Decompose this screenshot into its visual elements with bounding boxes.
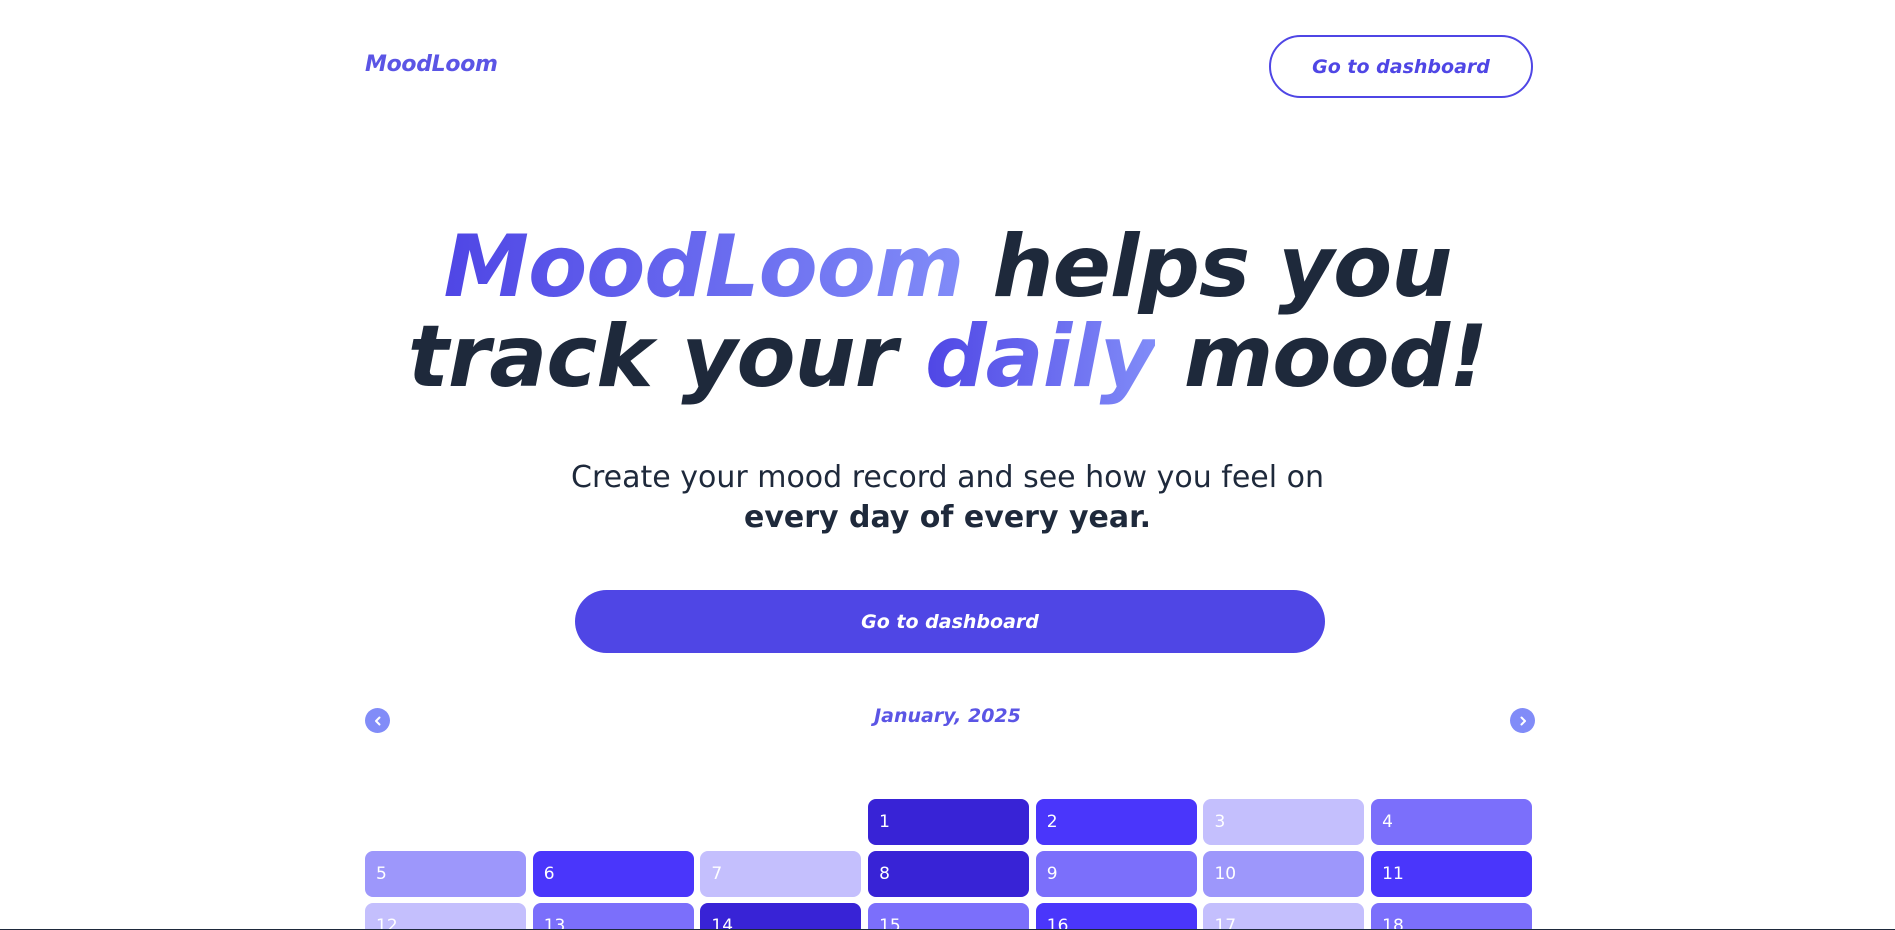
calendar-next-button[interactable] bbox=[1510, 708, 1535, 733]
calendar-empty-cell bbox=[700, 799, 861, 845]
calendar-day[interactable]: 18 bbox=[1371, 903, 1533, 930]
calendar-empty-cell bbox=[365, 799, 526, 845]
calendar-day[interactable]: 11 bbox=[1371, 851, 1533, 897]
calendar-day[interactable]: 3 bbox=[1203, 799, 1365, 845]
hero-title-accent: daily bbox=[925, 307, 1156, 407]
calendar-day[interactable]: 7 bbox=[700, 851, 862, 897]
calendar-day-label: 17 bbox=[1214, 916, 1237, 930]
calendar-day[interactable]: 14 bbox=[700, 903, 862, 930]
calendar-day-label: 12 bbox=[376, 916, 398, 930]
calendar-day-label: 15 bbox=[879, 916, 901, 930]
calendar-day-label: 4 bbox=[1382, 812, 1393, 832]
calendar-day[interactable]: 1 bbox=[868, 799, 1030, 845]
hero-subtitle: Create your mood record and see how you … bbox=[0, 458, 1895, 538]
hero-subtitle-line2: every day of every year. bbox=[743, 500, 1152, 535]
calendar-day[interactable]: 8 bbox=[868, 851, 1030, 897]
calendar-day-label: 18 bbox=[1382, 916, 1404, 930]
calendar-day[interactable]: 6 bbox=[532, 851, 694, 897]
calendar-empty-cell bbox=[533, 799, 694, 845]
calendar-day[interactable]: 13 bbox=[532, 903, 694, 930]
calendar-day[interactable]: 5 bbox=[365, 851, 526, 897]
calendar-day[interactable]: 12 bbox=[365, 903, 526, 930]
chevron-right-icon bbox=[1520, 716, 1526, 725]
calendar-day[interactable]: 4 bbox=[1371, 799, 1533, 845]
calendar-day-label: 2 bbox=[1046, 812, 1058, 832]
calendar-day[interactable]: 16 bbox=[1035, 903, 1197, 930]
cta-dashboard-button[interactable]: Go to dashboard bbox=[575, 590, 1325, 653]
calendar-day[interactable]: 10 bbox=[1203, 851, 1365, 897]
hero-title-brand: MoodLoom bbox=[443, 217, 965, 317]
landing-page: MoodLoom Go to dashboard MoodLoom helps … bbox=[0, 0, 1895, 930]
calendar-day-label: 10 bbox=[1214, 864, 1237, 884]
calendar-day-label: 13 bbox=[543, 916, 566, 930]
calendar-day[interactable]: 9 bbox=[1035, 851, 1197, 897]
calendar-day[interactable]: 15 bbox=[868, 903, 1030, 930]
hero-subtitle-line1: Create your mood record and see how you … bbox=[571, 460, 1324, 495]
hero-title-text: mood! bbox=[1154, 307, 1489, 407]
calendar-day[interactable]: 2 bbox=[1035, 799, 1197, 845]
calendar-day[interactable]: 17 bbox=[1203, 903, 1365, 930]
calendar-day-label: 1 bbox=[879, 812, 890, 832]
hero-title-text: track your bbox=[407, 307, 926, 407]
calendar-day-label: 11 bbox=[1382, 864, 1404, 884]
calendar-day-label: 8 bbox=[879, 864, 890, 884]
calendar-day-label: 7 bbox=[711, 864, 723, 884]
calendar-month-label: January, 2025 bbox=[874, 705, 1021, 727]
calendar-day-label: 14 bbox=[711, 916, 734, 930]
logo[interactable]: MoodLoom bbox=[365, 52, 498, 77]
header-dashboard-button[interactable]: Go to dashboard bbox=[1269, 35, 1533, 98]
calendar-day-label: 5 bbox=[376, 864, 387, 884]
calendar-grid: 1 2 3 4 5 6 7 8 9 10 11 12 13 14 15 16 17 18 bbox=[365, 799, 1534, 930]
calendar-day-label: 3 bbox=[1214, 812, 1226, 832]
calendar-day-label: 16 bbox=[1046, 916, 1069, 930]
calendar-day-label: 6 bbox=[543, 864, 555, 884]
calendar-day-label: 9 bbox=[1046, 864, 1058, 884]
hero-title: MoodLoom helps you track your daily mood… bbox=[0, 222, 1895, 402]
hero-title-text: helps you bbox=[963, 217, 1452, 317]
